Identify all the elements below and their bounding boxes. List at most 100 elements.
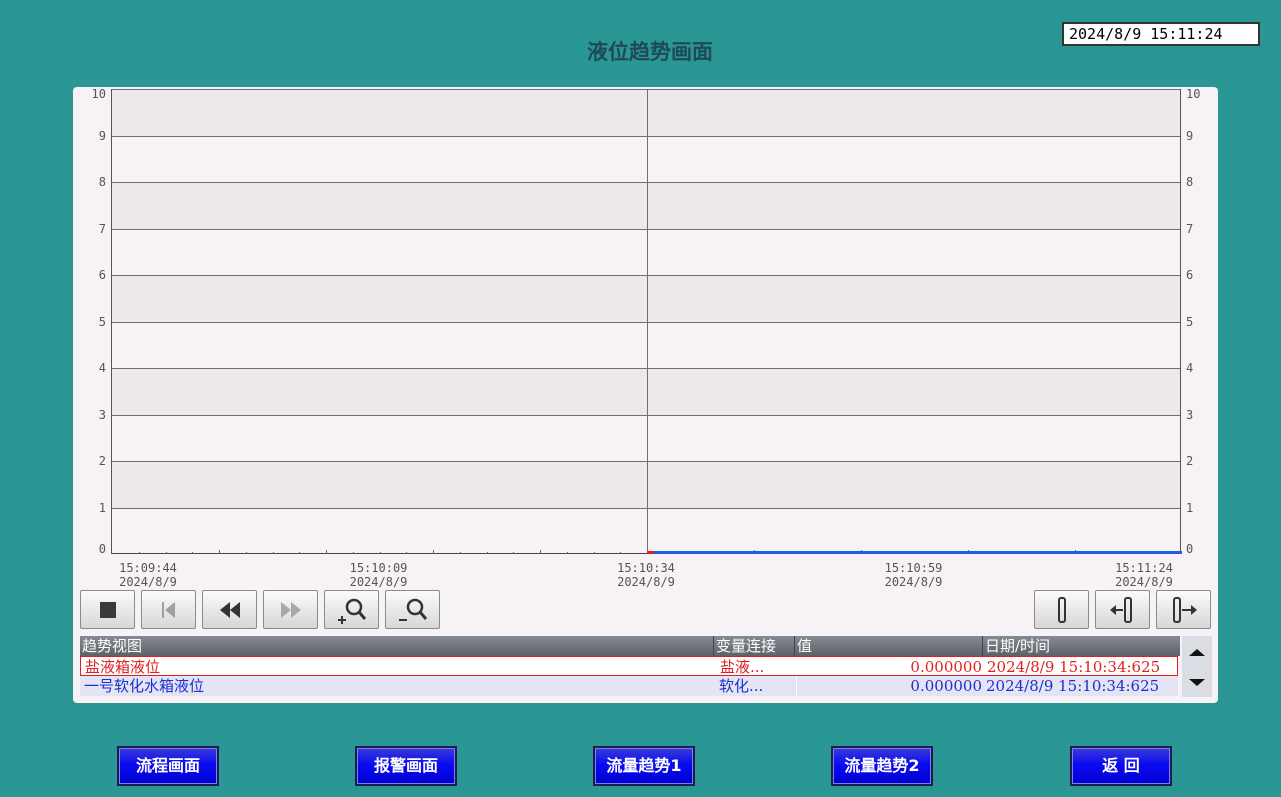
h-gridline (112, 414, 1180, 416)
plot-band (112, 368, 1180, 415)
x-minor-tick (299, 552, 301, 554)
trend-legend-table: 趋势视图 变量连接 值 日期/时间 盐液箱液位 盐液... 0.000000 2… (80, 636, 1180, 697)
flow-trend-1-button[interactable]: 流量趋势1 (593, 746, 695, 786)
first-page-icon (161, 601, 175, 618)
y-tick-label-right: 1 (1186, 500, 1194, 515)
h-gridline (112, 321, 1180, 323)
x-minor-tick (138, 552, 140, 554)
scroll-up-icon[interactable] (1189, 649, 1205, 656)
x-tick-label: 15:10:34 2024/8/9 (601, 561, 691, 589)
x-tick-date: 2024/8/9 (349, 575, 408, 589)
ruler-right-icon (1172, 596, 1197, 623)
y-tick-label-right: 8 (1186, 175, 1194, 189)
return-button[interactable]: 返 回 (1070, 746, 1172, 786)
y-tick-label-left: 7 (98, 221, 106, 236)
x-minor-tick (593, 552, 595, 554)
y-tick-label-left: 8 (98, 175, 106, 189)
x-minor-tick (326, 550, 327, 554)
row-value: 0.000000 (910, 658, 982, 676)
ruler-icon (1057, 596, 1066, 623)
x-tick-label: 15:11:24 2024/8/9 (1099, 561, 1189, 589)
table-scrollbar[interactable] (1182, 636, 1212, 697)
series-line-1 (653, 551, 1182, 554)
x-tick-date: 2024/8/9 (1115, 575, 1173, 589)
row-tag: 盐液... (720, 658, 765, 676)
y-tick-label-right: 5 (1186, 314, 1194, 329)
h-gridline (112, 275, 1180, 276)
plot-band (112, 461, 1180, 508)
y-tick-label-right: 3 (1186, 407, 1194, 422)
h-gridline (112, 368, 1180, 369)
header-datetime[interactable]: 日期/时间 (983, 636, 1180, 656)
x-minor-tick (165, 552, 167, 554)
h-gridline (112, 461, 1180, 462)
y-tick-label-left: 5 (98, 314, 106, 329)
x-tick-label: 15:09:44 2024/8/9 (103, 561, 193, 589)
header-tag-link[interactable]: 变量连接 (714, 636, 795, 656)
x-tick-time: 15:11:24 (1115, 561, 1173, 575)
row-name: 盐液箱液位 (85, 658, 161, 676)
y-tick-label-right: 0 (1186, 542, 1194, 556)
x-tick-label: 15:10:59 2024/8/9 (869, 561, 959, 589)
x-minor-tick (245, 552, 247, 554)
rewind-icon (219, 601, 240, 618)
table-header: 趋势视图 变量连接 值 日期/时间 (80, 636, 1180, 656)
x-minor-tick (272, 552, 274, 554)
zoom-out-button[interactable] (385, 590, 440, 629)
y-tick-label-right: 4 (1186, 361, 1194, 375)
y-tick-label-left: 3 (98, 407, 106, 422)
x-minor-tick (352, 552, 354, 554)
x-minor-tick (379, 552, 381, 554)
y-tick-label-right: 7 (1186, 221, 1194, 236)
stop-icon (99, 601, 116, 618)
x-minor-tick (566, 552, 568, 554)
ruler-button[interactable] (1034, 590, 1089, 629)
plot-band (112, 182, 1180, 229)
forward-button[interactable] (263, 590, 318, 629)
row-datetime: 2024/8/9 15:10:34:625 (986, 677, 1160, 695)
y-tick-label-right: 10 (1186, 87, 1201, 101)
flow-trend-2-button[interactable]: 流量趋势2 (831, 746, 933, 786)
x-minor-tick (540, 550, 541, 554)
first-page-button[interactable] (141, 590, 196, 629)
table-row[interactable]: 盐液箱液位 盐液... 0.000000 2024/8/9 15:10:34:6… (80, 656, 1178, 676)
scroll-down-icon[interactable] (1189, 679, 1205, 686)
zoom-in-icon (337, 598, 366, 624)
y-tick-label-right: 2 (1186, 454, 1194, 468)
x-minor-tick (219, 550, 220, 554)
series-line-0 (647, 551, 654, 554)
ruler-left-button[interactable] (1095, 590, 1150, 629)
row-value: 0.000000 (796, 676, 982, 696)
y-tick-label-left: 0 (98, 542, 106, 556)
zoom-in-button[interactable] (324, 590, 379, 629)
v-gridline (647, 89, 648, 554)
header-trend-view[interactable]: 趋势视图 (80, 636, 714, 656)
header-value[interactable]: 值 (795, 636, 983, 656)
row-tag: 软化... (719, 677, 764, 695)
h-gridline (112, 182, 1180, 183)
x-tick-date: 2024/8/9 (884, 575, 943, 589)
plot-band (112, 275, 1180, 322)
x-tick-time: 15:10:59 (884, 561, 943, 575)
y-tick-label-right: 9 (1186, 128, 1194, 143)
ruler-right-button[interactable] (1156, 590, 1211, 629)
row-name: 一号软化水箱液位 (84, 677, 205, 695)
x-tick-time: 15:09:44 (119, 561, 177, 575)
x-minor-tick (620, 552, 622, 554)
table-row[interactable]: 一号软化水箱液位 软化... 0.000000 2024/8/9 15:10:3… (80, 676, 1178, 696)
y-tick-label-left: 10 (91, 87, 106, 101)
ruler-left-icon (1109, 596, 1132, 623)
y-tick-label-left: 6 (98, 268, 106, 282)
forward-icon (280, 601, 301, 618)
h-gridline (112, 89, 1180, 90)
stop-button[interactable] (80, 590, 135, 629)
y-tick-label-left: 1 (98, 500, 106, 515)
trend-plot-area[interactable] (111, 89, 1182, 554)
alarm-screen-button[interactable]: 报警画面 (355, 746, 457, 786)
h-gridline (112, 228, 1180, 230)
process-screen-button[interactable]: 流程画面 (117, 746, 219, 786)
rewind-button[interactable] (202, 590, 257, 629)
x-minor-tick (406, 552, 408, 554)
h-gridline (112, 135, 1180, 137)
x-minor-tick (433, 550, 434, 554)
